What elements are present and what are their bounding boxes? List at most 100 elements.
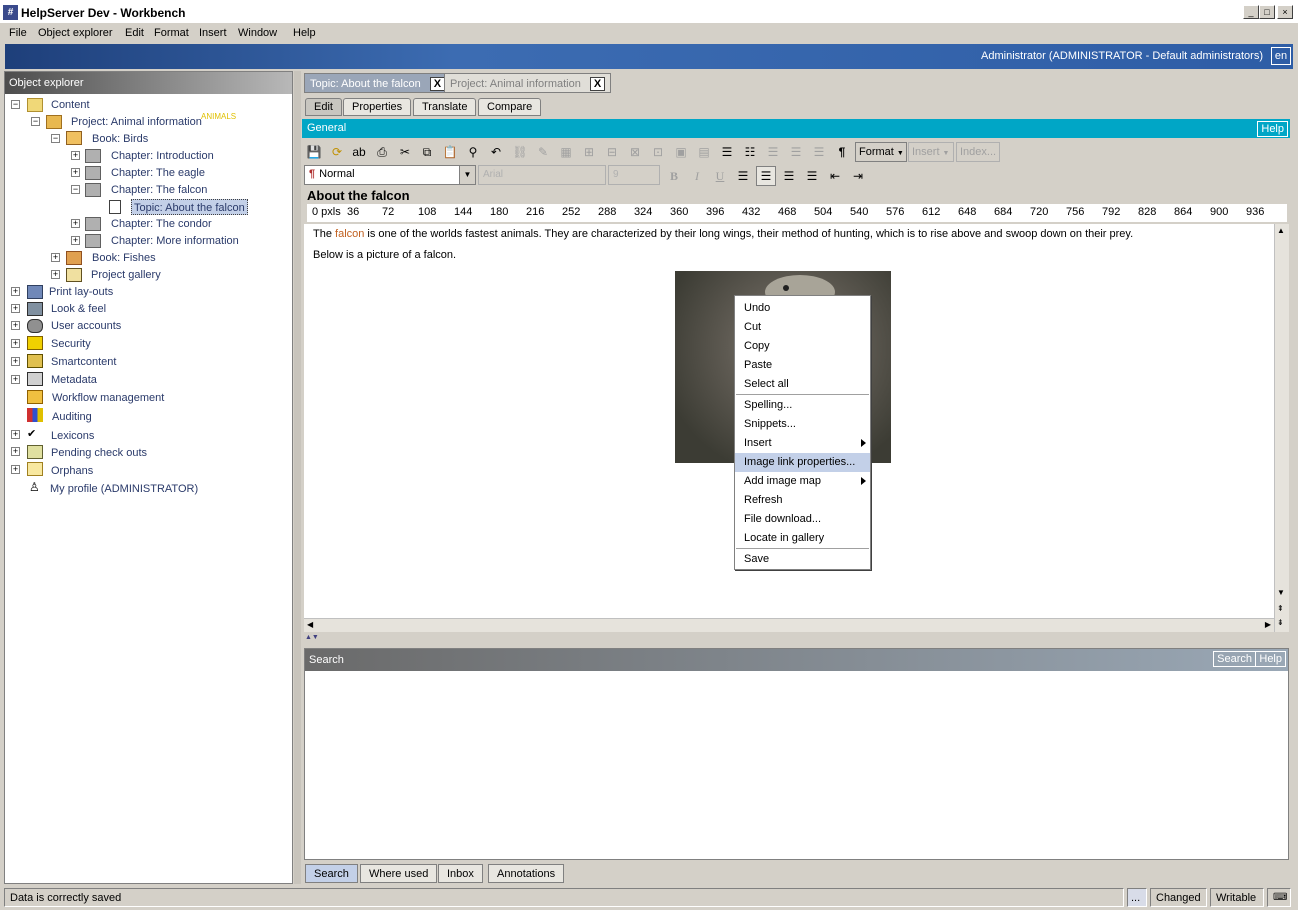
close-tab-icon[interactable]: X xyxy=(589,77,606,91)
horizontal-scrollbar[interactable]: ◀ ▶ xyxy=(304,618,1274,632)
collapse-icon[interactable]: − xyxy=(51,134,60,143)
list-style-icon[interactable]: ☰ xyxy=(809,142,829,162)
expand-icon[interactable]: + xyxy=(71,168,80,177)
underline-button[interactable]: U xyxy=(710,166,730,186)
split-cells-icon[interactable]: ▤ xyxy=(694,142,714,162)
cut-icon[interactable]: ✂ xyxy=(395,142,415,162)
minimize-button[interactable]: _ xyxy=(1243,5,1259,19)
tab-edit[interactable]: Edit xyxy=(305,98,342,116)
tree-node-lexicons[interactable]: Lexicons xyxy=(51,428,94,444)
pilcrow-icon[interactable]: ¶ xyxy=(832,142,852,162)
menu-snippets[interactable]: Snippets... xyxy=(735,415,870,434)
tree-node-security[interactable]: Security xyxy=(51,336,91,352)
tree-node-smartcontent[interactable]: Smartcontent xyxy=(51,354,116,370)
refresh-icon[interactable]: ⟳ xyxy=(327,142,347,162)
menu-insert[interactable]: Insert xyxy=(199,27,227,39)
page-down-icon[interactable]: ⇟ xyxy=(1277,618,1284,627)
menu-select-all[interactable]: Select all xyxy=(735,375,870,394)
outdent-icon[interactable]: ⇤ xyxy=(825,166,845,186)
tree-node-pending-checkouts[interactable]: Pending check outs xyxy=(51,445,147,461)
tab-where-used[interactable]: Where used xyxy=(360,864,438,883)
collapse-icon[interactable]: − xyxy=(71,185,80,194)
tree-node-orphans[interactable]: Orphans xyxy=(51,463,93,479)
tree-node-topic-falcon[interactable]: Topic: About the falcon xyxy=(131,199,248,215)
tree-node-auditing[interactable]: Auditing xyxy=(52,409,92,425)
tree-node-workflow[interactable]: Workflow management xyxy=(52,390,164,406)
tree-node-user-accounts[interactable]: User accounts xyxy=(51,318,121,334)
general-help-button[interactable]: Help xyxy=(1257,121,1288,137)
tab-inbox[interactable]: Inbox xyxy=(438,864,483,883)
expand-icon[interactable]: + xyxy=(11,447,20,456)
menu-file[interactable]: File xyxy=(9,27,27,39)
indent-icon[interactable]: ⇥ xyxy=(848,166,868,186)
tree-node-chapter-eagle[interactable]: Chapter: The eagle xyxy=(111,165,205,181)
merge-cells-icon[interactable]: ▣ xyxy=(671,142,691,162)
insert-row-icon[interactable]: ⊟ xyxy=(602,142,622,162)
menu-copy[interactable]: Copy xyxy=(735,337,870,356)
splitter-arrows-icon[interactable]: ▲▼ xyxy=(305,634,319,641)
print-icon[interactable]: ⎙ xyxy=(372,142,392,162)
format-dropdown[interactable]: Format ▼ xyxy=(855,142,907,162)
delete-column-icon[interactable]: ⊠ xyxy=(625,142,645,162)
menu-window[interactable]: Window xyxy=(238,27,277,39)
menu-save[interactable]: Save xyxy=(735,550,870,569)
panel-splitter[interactable] xyxy=(294,71,301,884)
expand-icon[interactable]: + xyxy=(51,270,60,279)
close-button[interactable]: × xyxy=(1277,5,1293,19)
align-center-icon[interactable]: ☰ xyxy=(756,166,776,186)
expand-icon[interactable]: + xyxy=(71,236,80,245)
list-indent-icon[interactable]: ☰ xyxy=(763,142,783,162)
menu-edit[interactable]: Edit xyxy=(125,27,144,39)
expand-icon[interactable]: + xyxy=(11,430,20,439)
tab-search[interactable]: Search xyxy=(305,864,358,883)
menu-refresh[interactable]: Refresh xyxy=(735,491,870,510)
keyboard-icon[interactable]: ⌨ xyxy=(1267,888,1291,907)
search-button[interactable]: Search xyxy=(1213,651,1256,667)
scroll-right-icon[interactable]: ▶ xyxy=(1265,620,1271,629)
tree-node-project[interactable]: Project: Animal information xyxy=(71,114,202,130)
tab-annotations[interactable]: Annotations xyxy=(488,864,565,883)
expand-icon[interactable]: + xyxy=(11,304,20,313)
italic-button[interactable]: I xyxy=(687,166,707,186)
copy-icon[interactable]: ⧉ xyxy=(417,142,437,162)
language-button[interactable]: en xyxy=(1271,47,1291,65)
menu-undo[interactable]: Undo xyxy=(735,299,870,318)
tree-node-look-and-feel[interactable]: Look & feel xyxy=(51,301,106,317)
bold-button[interactable]: B xyxy=(664,166,684,186)
menu-cut[interactable]: Cut xyxy=(735,318,870,337)
expand-icon[interactable]: + xyxy=(71,219,80,228)
font-select[interactable]: Arial xyxy=(478,165,606,185)
save-icon[interactable]: 💾 xyxy=(304,142,324,162)
tab-properties[interactable]: Properties xyxy=(343,98,412,116)
expand-icon[interactable]: + xyxy=(11,339,20,348)
expand-icon[interactable]: + xyxy=(11,357,20,366)
menu-insert-sub[interactable]: Insert xyxy=(735,434,870,453)
collapse-icon[interactable]: − xyxy=(31,117,40,126)
link-icon[interactable]: ⛓ xyxy=(510,142,530,162)
index-button[interactable]: Index... xyxy=(956,142,1000,162)
tab-translate[interactable]: Translate xyxy=(413,98,477,116)
menu-help[interactable]: Help xyxy=(293,27,316,39)
paste-icon[interactable]: 📋 xyxy=(440,142,460,162)
tab-topic-falcon[interactable]: Topic: About the falcon X xyxy=(304,73,452,93)
menu-object-explorer[interactable]: Object explorer xyxy=(38,27,113,39)
tree-node-chapter-more-info[interactable]: Chapter: More information xyxy=(111,233,239,249)
tree-node-chapter-condor[interactable]: Chapter: The condor xyxy=(111,216,212,232)
tree-node-book-birds[interactable]: Book: Birds xyxy=(92,131,148,147)
paragraph-style-select[interactable]: ¶ Normal ▼ xyxy=(304,165,476,185)
tab-project-animal[interactable]: Project: Animal information X xyxy=(444,73,612,93)
menu-format[interactable]: Format xyxy=(154,27,189,39)
maximize-button[interactable]: □ xyxy=(1259,5,1275,19)
status-ellipsis-button[interactable]: ... xyxy=(1127,888,1147,907)
table-icon[interactable]: ▦ xyxy=(556,142,576,162)
scroll-down-icon[interactable]: ▼ xyxy=(1277,588,1285,597)
page-up-icon[interactable]: ⇞ xyxy=(1277,604,1284,613)
falcon-link[interactable]: falcon xyxy=(335,228,364,240)
menu-spelling[interactable]: Spelling... xyxy=(735,396,870,415)
expand-icon[interactable]: + xyxy=(51,253,60,262)
expand-icon[interactable]: + xyxy=(71,151,80,160)
tree-node-chapter-falcon[interactable]: Chapter: The falcon xyxy=(111,182,207,198)
align-right-icon[interactable]: ☰ xyxy=(779,166,799,186)
chevron-down-icon[interactable]: ▼ xyxy=(459,166,475,184)
insert-column-icon[interactable]: ⊞ xyxy=(579,142,599,162)
